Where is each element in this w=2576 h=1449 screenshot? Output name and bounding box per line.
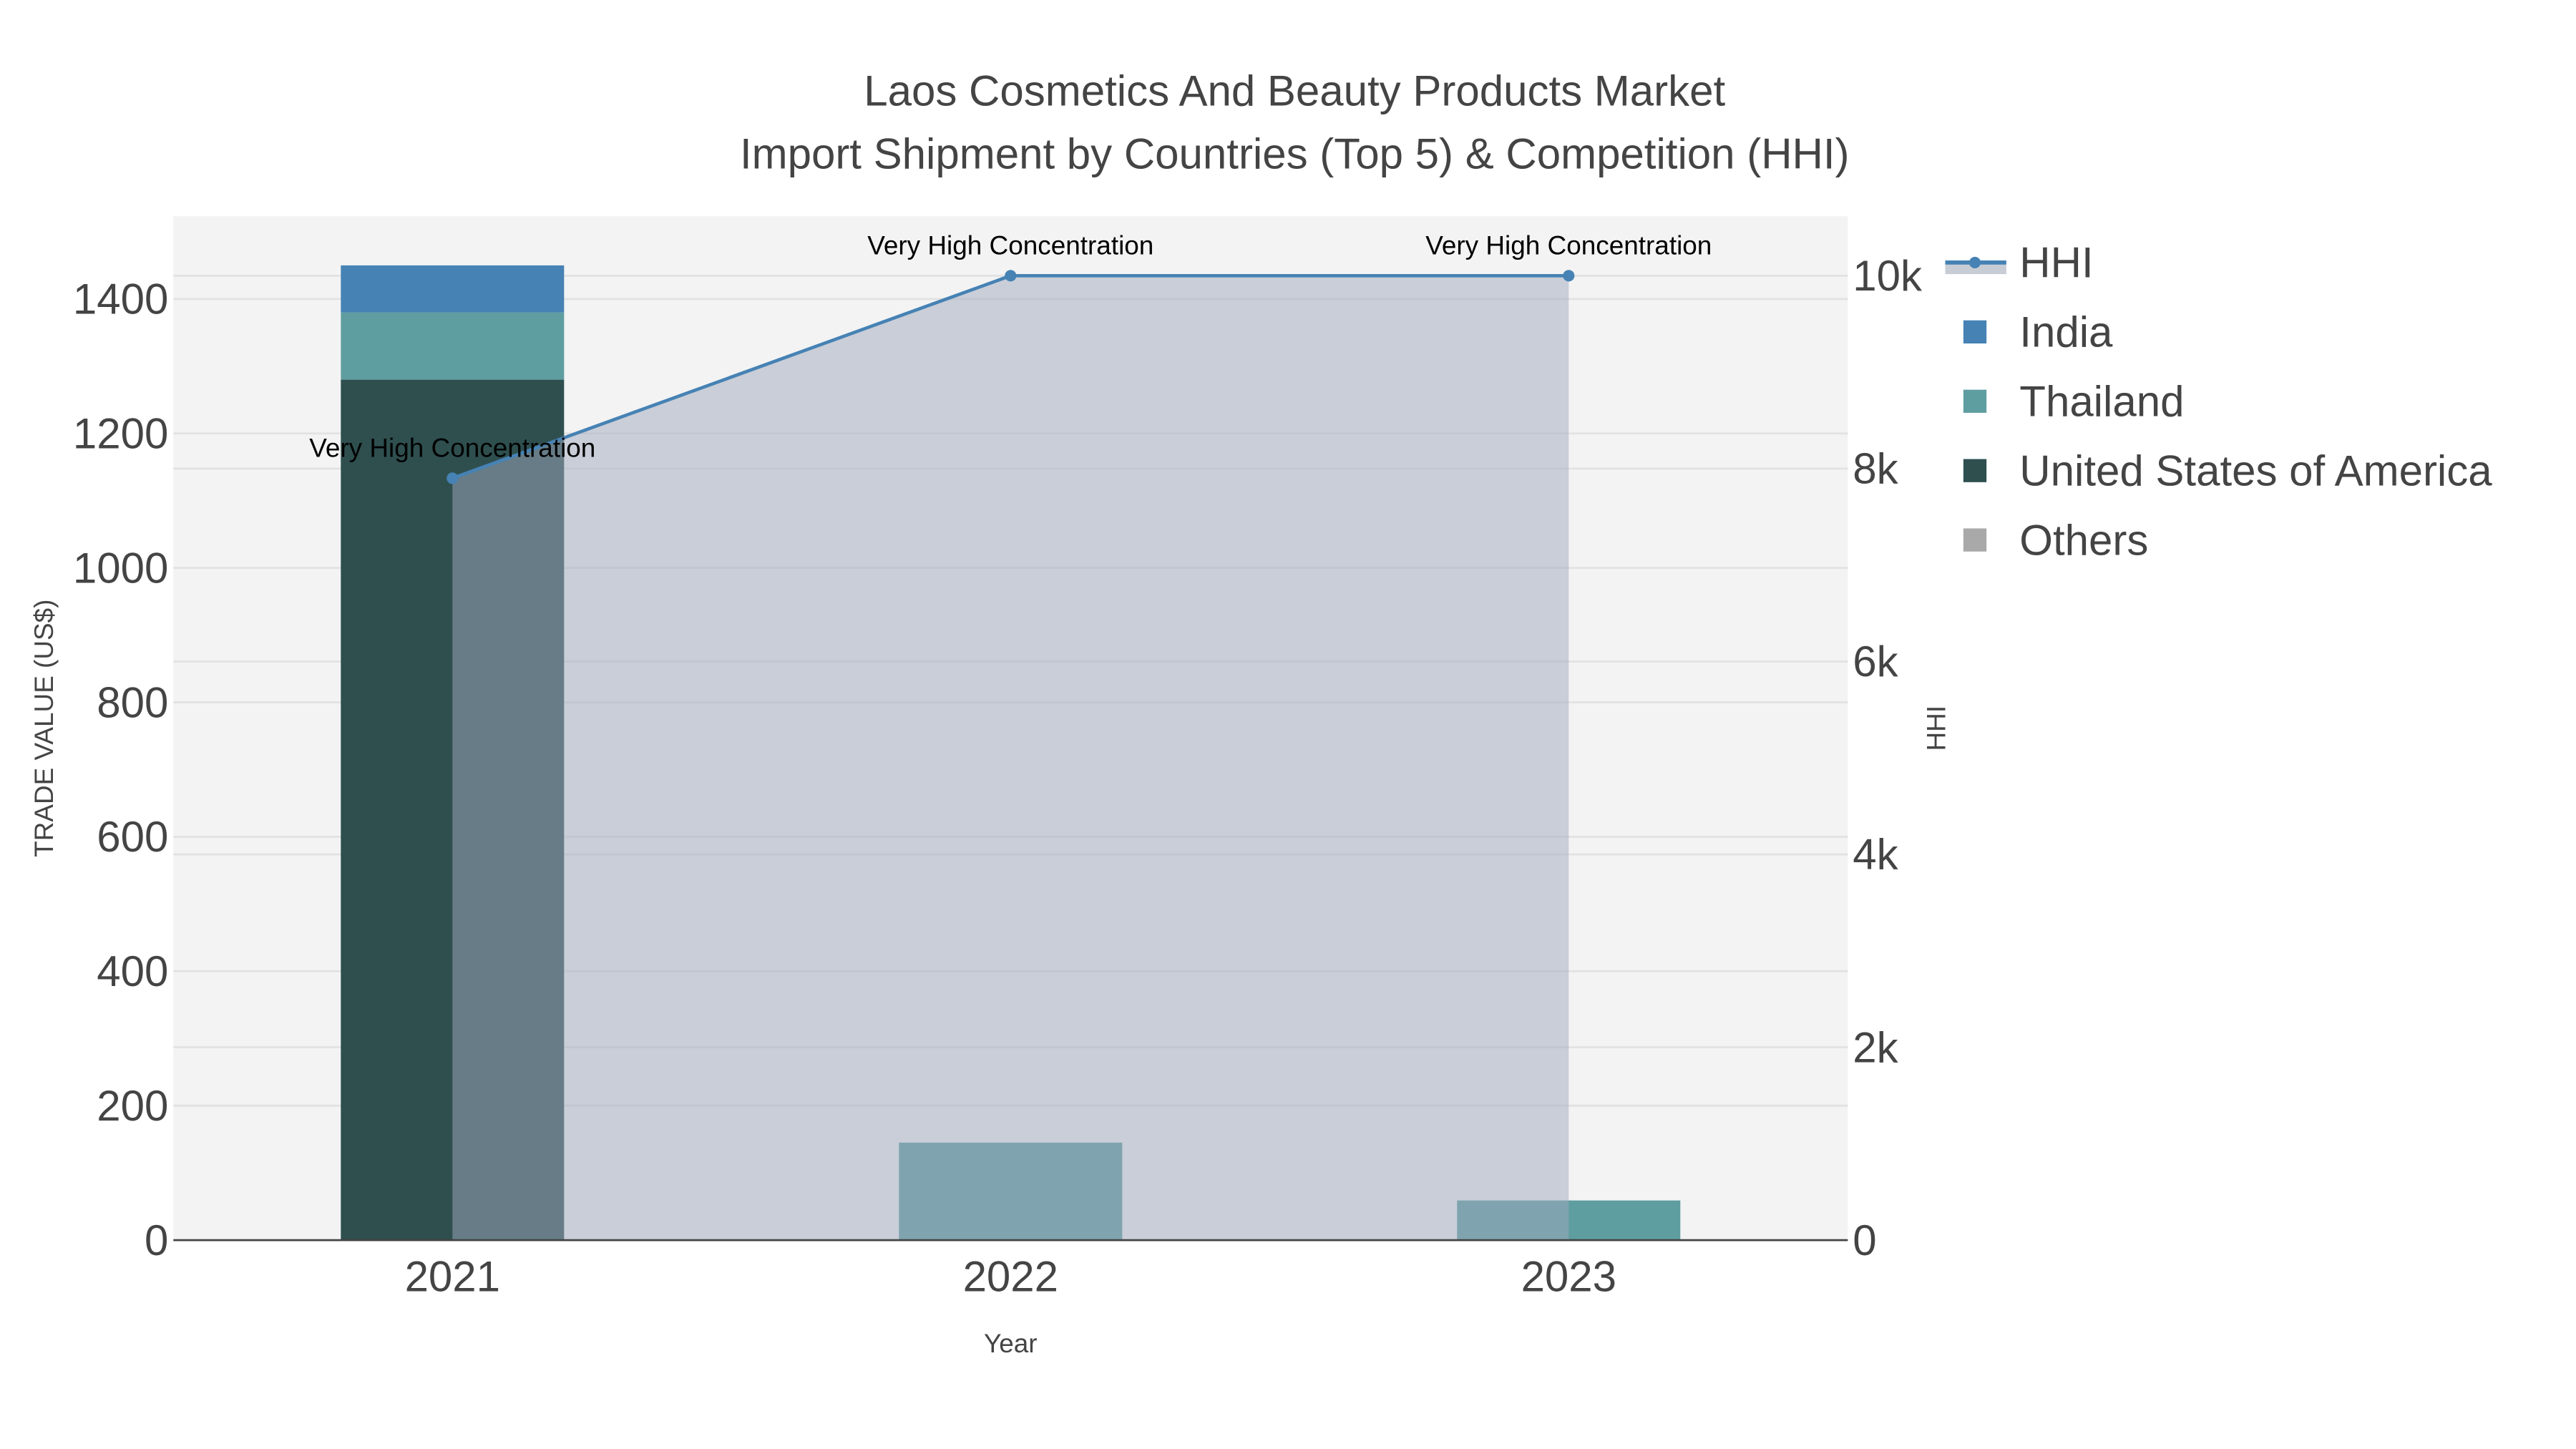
- y2-tick-label: 0: [1853, 1216, 1876, 1264]
- y2-tick-label: 4k: [1853, 831, 1898, 879]
- y-axis-ticks: 0 200 400 600 800 1000 1200 1400: [73, 275, 168, 1264]
- legend-label: India: [2019, 308, 2113, 356]
- legend-swatch-icon: [1963, 320, 1987, 343]
- x-tick-label: 2022: [963, 1253, 1058, 1301]
- x-axis-label: Year: [984, 1329, 1038, 1358]
- hhi-point-2022[interactable]: [1005, 270, 1017, 282]
- x-tick-label: 2021: [405, 1253, 500, 1301]
- y-tick-label: 800: [97, 678, 168, 726]
- legend-label: Others: [2019, 516, 2148, 564]
- y2-tick-label: 10k: [1853, 252, 1923, 300]
- legend-label: Thailand: [2019, 378, 2184, 426]
- y-tick-label: 200: [97, 1082, 168, 1130]
- y-tick-label: 600: [97, 813, 168, 861]
- y-axis-label: TRADE VALUE (US$): [29, 600, 59, 857]
- legend-item-hhi[interactable]: HHI: [1945, 239, 2094, 287]
- hhi-point-2023[interactable]: [1563, 270, 1575, 282]
- y2-tick-label: 8k: [1853, 445, 1898, 493]
- legend-item-india[interactable]: India: [1963, 308, 2113, 356]
- hhi-annotation-2022: Very High Concentration: [867, 230, 1153, 260]
- legend-item-united-states-of-america[interactable]: United States of America: [1963, 447, 2492, 494]
- legend-swatch-icon: [1963, 459, 1987, 482]
- legend-item-thailand[interactable]: Thailand: [1963, 378, 2185, 426]
- legend-label: United States of America: [2019, 447, 2492, 494]
- legend-marker-icon: [1968, 256, 1981, 268]
- y-tick-label: 0: [145, 1216, 168, 1264]
- legend-swatch-icon: [1963, 389, 1987, 413]
- y2-tick-label: 6k: [1853, 638, 1898, 686]
- y2-axis-ticks: 0 2k 4k 6k 8k 10k: [1853, 252, 1923, 1264]
- x-axis-ticks: 2021 2022 2023: [405, 1253, 1616, 1301]
- y-tick-label: 1000: [73, 544, 168, 592]
- chart: Very High Concentration Very High Concent…: [29, 67, 2492, 1358]
- y-tick-label: 400: [97, 947, 168, 995]
- y2-tick-label: 2k: [1853, 1023, 1898, 1071]
- bar-thailand-2021[interactable]: [341, 312, 565, 380]
- hhi-annotation-2023: Very High Concentration: [1425, 230, 1712, 260]
- bar-india-2021[interactable]: [341, 265, 565, 313]
- chart-title-line1: Laos Cosmetics And Beauty Products Marke…: [864, 67, 1725, 115]
- legend-swatch-icon: [1963, 528, 1987, 552]
- legend-label: HHI: [2019, 239, 2093, 287]
- y-tick-label: 1200: [73, 410, 168, 458]
- legend-item-others[interactable]: Others: [1963, 516, 2149, 564]
- hhi-point-2021[interactable]: [447, 472, 459, 484]
- y2-axis-label: HHI: [1921, 706, 1951, 751]
- hhi-annotation-2021: Very High Concentration: [309, 433, 595, 462]
- y-tick-label: 1400: [73, 275, 168, 323]
- chart-title-line2: Import Shipment by Countries (Top 5) & C…: [740, 130, 1850, 177]
- x-tick-label: 2023: [1521, 1253, 1616, 1301]
- legend: HHI India Thailand United States of America…: [1945, 239, 2492, 564]
- hhi-area-fill: [452, 275, 1569, 1241]
